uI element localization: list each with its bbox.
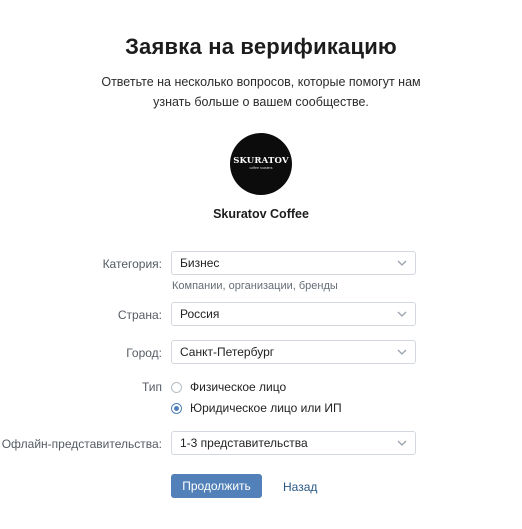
- subtitle-line-2: узнать больше о вашем сообществе.: [153, 95, 369, 109]
- back-link[interactable]: Назад: [283, 480, 317, 494]
- radio-legal-entity[interactable]: Юридическое лицо или ИП: [171, 401, 342, 415]
- type-label: Тип: [141, 380, 162, 394]
- category-hint: Компании, организации, бренды: [172, 280, 338, 292]
- country-value: Россия: [180, 307, 220, 321]
- city-select[interactable]: Санкт-Петербург: [171, 340, 416, 364]
- logo-text: SKURATOV: [233, 156, 289, 166]
- offline-select[interactable]: 1-3 представительства: [171, 431, 416, 455]
- chevron-down-icon: [397, 311, 407, 317]
- radio-button-checked[interactable]: [171, 402, 182, 414]
- city-value: Санкт-Петербург: [180, 345, 275, 359]
- category-select[interactable]: Бизнес: [171, 251, 416, 275]
- country-label: Страна:: [117, 308, 162, 322]
- city-label: Город:: [126, 346, 162, 360]
- radio-individual[interactable]: Физическое лицо: [171, 380, 286, 394]
- continue-button[interactable]: Продолжить: [171, 474, 262, 498]
- chevron-down-icon: [397, 260, 407, 266]
- offline-label: Офлайн-представительства:: [1, 437, 162, 451]
- radio-individual-label: Физическое лицо: [190, 380, 287, 394]
- radio-button[interactable]: [171, 381, 182, 393]
- category-value: Бизнес: [180, 256, 220, 270]
- page-title: Заявка на верификацию: [125, 34, 397, 59]
- radio-legal-entity-label: Юридическое лицо или ИП: [190, 401, 342, 415]
- page-subtitle: Ответьте на несколько вопросов, которые …: [0, 72, 522, 112]
- offline-value: 1-3 представительства: [180, 436, 308, 450]
- chevron-down-icon: [397, 440, 407, 446]
- logo-subtext: coffee roasters: [249, 166, 273, 170]
- category-label: Категория:: [102, 257, 162, 271]
- chevron-down-icon: [397, 349, 407, 355]
- community-name: Skuratov Coffee: [213, 207, 309, 221]
- country-select[interactable]: Россия: [171, 302, 416, 326]
- community-avatar: SKURATOV coffee roasters: [230, 133, 292, 195]
- subtitle-line-1: Ответьте на несколько вопросов, которые …: [101, 75, 421, 89]
